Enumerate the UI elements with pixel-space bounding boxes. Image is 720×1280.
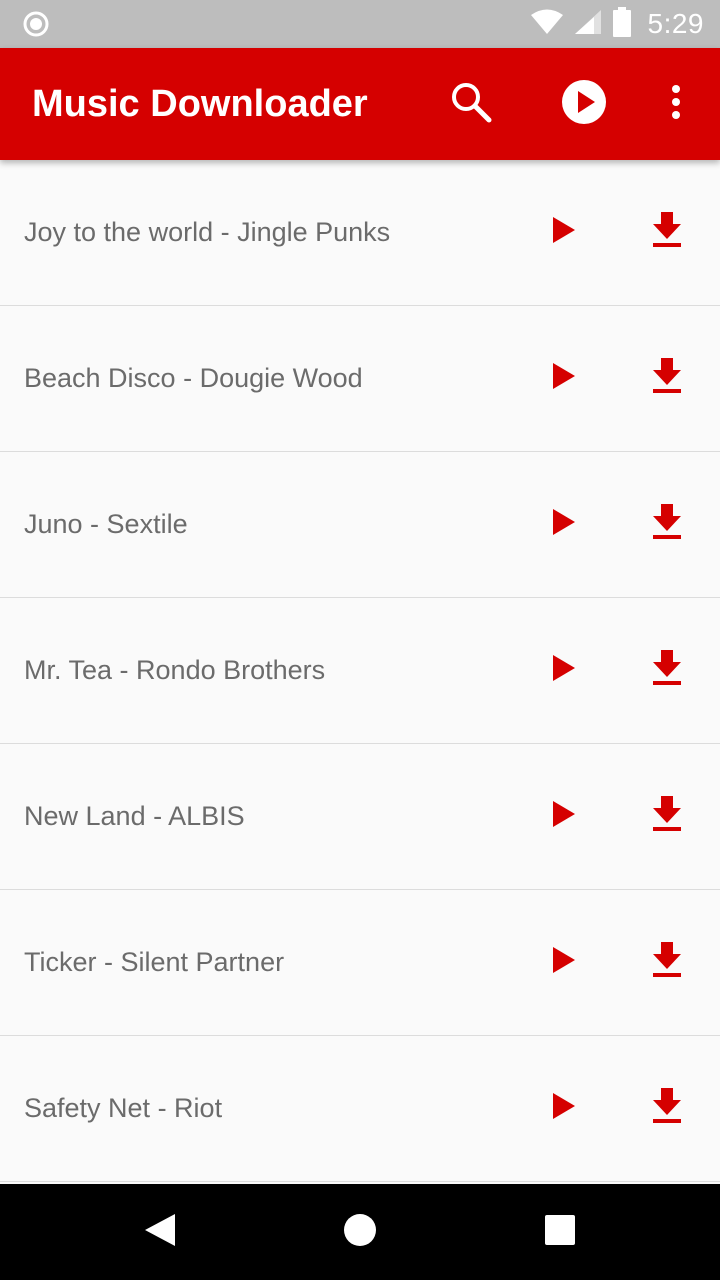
download-icon	[651, 503, 683, 545]
song-row[interactable]: Joy to the world - Jingle Punks	[0, 160, 720, 306]
download-song-button[interactable]	[638, 1080, 696, 1136]
more-vert-icon	[670, 84, 682, 125]
back-icon	[143, 1212, 177, 1253]
play-song-button[interactable]	[536, 642, 592, 698]
screen: 5:29 Music Downloader Joy to the world -…	[0, 0, 720, 1280]
circle-notification-icon	[22, 10, 50, 38]
play-song-button[interactable]	[536, 496, 592, 552]
song-row[interactable]: Beach Disco - Dougie Wood	[0, 306, 720, 452]
play-icon	[551, 362, 577, 395]
download-icon	[651, 211, 683, 253]
play-all-button[interactable]	[556, 76, 612, 132]
play-song-button[interactable]	[536, 788, 592, 844]
song-title: New Land - ALBIS	[24, 801, 245, 831]
home-button[interactable]	[330, 1202, 390, 1262]
download-icon	[651, 941, 683, 983]
status-bar: 5:29	[0, 0, 720, 48]
song-title: Joy to the world - Jingle Punks	[24, 217, 391, 247]
song-title: Safety Net - Riot	[24, 1093, 223, 1123]
wifi-icon	[530, 9, 564, 40]
play-song-button[interactable]	[536, 204, 592, 260]
home-icon	[343, 1213, 377, 1252]
download-icon	[651, 795, 683, 837]
navigation-bar	[0, 1184, 720, 1280]
play-icon	[551, 946, 577, 979]
play-song-button[interactable]	[536, 934, 592, 990]
download-icon	[651, 649, 683, 691]
download-icon	[651, 1087, 683, 1129]
overflow-menu-button[interactable]	[648, 76, 704, 132]
recents-icon	[544, 1214, 576, 1251]
play-circle-icon	[561, 79, 607, 130]
cell-signal-icon	[574, 9, 602, 40]
download-song-button[interactable]	[638, 204, 696, 260]
play-icon	[551, 216, 577, 249]
song-row[interactable]: Safety Net - Riot	[0, 1036, 720, 1182]
download-icon	[651, 357, 683, 399]
status-indicators: 5:29	[530, 0, 705, 48]
play-song-button[interactable]	[536, 350, 592, 406]
play-icon	[551, 508, 577, 541]
song-title: Ticker - Silent Partner	[24, 947, 285, 977]
song-title: Mr. Tea - Rondo Brothers	[24, 655, 326, 685]
app-bar: Music Downloader	[0, 48, 720, 160]
play-song-button[interactable]	[536, 1080, 592, 1136]
battery-icon	[612, 6, 632, 42]
song-title: Juno - Sextile	[24, 509, 188, 539]
song-row[interactable]: New Land - ALBIS	[0, 744, 720, 890]
download-song-button[interactable]	[638, 934, 696, 990]
song-row[interactable]: Juno - Sextile	[0, 452, 720, 598]
download-song-button[interactable]	[638, 642, 696, 698]
song-list: Joy to the world - Jingle Punks Beach Di…	[0, 160, 720, 1184]
play-icon	[551, 654, 577, 687]
song-row[interactable]: Mr. Tea - Rondo Brothers	[0, 598, 720, 744]
play-icon	[551, 800, 577, 833]
song-row[interactable]: Ticker - Silent Partner	[0, 890, 720, 1036]
status-time: 5:29	[647, 8, 704, 39]
song-title: Beach Disco - Dougie Wood	[24, 363, 363, 393]
search-button[interactable]	[443, 76, 499, 132]
recents-button[interactable]	[530, 1202, 590, 1262]
search-icon	[447, 78, 495, 131]
download-song-button[interactable]	[638, 350, 696, 406]
play-icon	[551, 1092, 577, 1125]
back-button[interactable]	[130, 1202, 190, 1262]
download-song-button[interactable]	[638, 496, 696, 552]
download-song-button[interactable]	[638, 788, 696, 844]
app-title: Music Downloader	[32, 83, 368, 125]
